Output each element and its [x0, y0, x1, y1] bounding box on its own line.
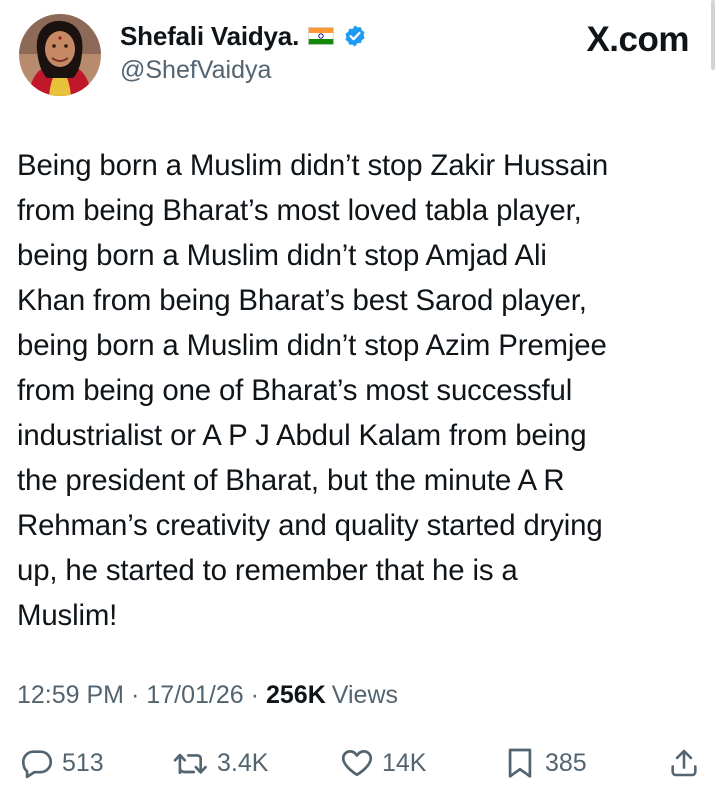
- meta-separator: ·: [250, 681, 259, 709]
- author-handle[interactable]: @ShefVaidya: [120, 56, 271, 85]
- reply-count: 513: [62, 748, 104, 777]
- share-icon: [668, 746, 700, 780]
- reply-icon: [20, 746, 54, 780]
- bookmark-button[interactable]: 385: [503, 738, 587, 788]
- action-bar: 513 3.4K 14K 385: [0, 738, 719, 788]
- verified-badge-icon: [343, 24, 367, 48]
- repost-count: 3.4K: [217, 748, 269, 777]
- share-button[interactable]: [668, 738, 700, 788]
- author-name-row: Shefali Vaidya.: [120, 20, 367, 52]
- tweet-meta: 12:59 PM · 17/01/26 · 256K Views: [17, 681, 398, 710]
- brand-label: X.com: [586, 20, 689, 59]
- tweet-date[interactable]: 17/01/26: [146, 681, 243, 710]
- like-count: 14K: [382, 748, 427, 777]
- india-flag-icon: [308, 27, 335, 45]
- tweet-text: Being born a Muslim didn’t stop Zakir Hu…: [17, 149, 609, 632]
- author-display-name[interactable]: Shefali Vaidya.: [120, 21, 299, 52]
- profile-photo: [19, 14, 101, 96]
- views-label: Views: [331, 681, 399, 709]
- tweet-time[interactable]: 12:59 PM: [17, 681, 124, 710]
- reply-button[interactable]: 513: [20, 738, 104, 788]
- bookmark-count: 385: [545, 748, 587, 777]
- bookmark-icon: [503, 746, 537, 780]
- avatar[interactable]: [19, 14, 101, 96]
- meta-separator: ·: [131, 681, 140, 709]
- repost-button[interactable]: 3.4K: [173, 738, 268, 788]
- like-button[interactable]: 14K: [340, 738, 426, 788]
- repost-icon: [173, 746, 209, 780]
- views-count[interactable]: 256K: [266, 681, 326, 710]
- scrollbar[interactable]: [711, 0, 715, 70]
- heart-icon: [340, 746, 374, 780]
